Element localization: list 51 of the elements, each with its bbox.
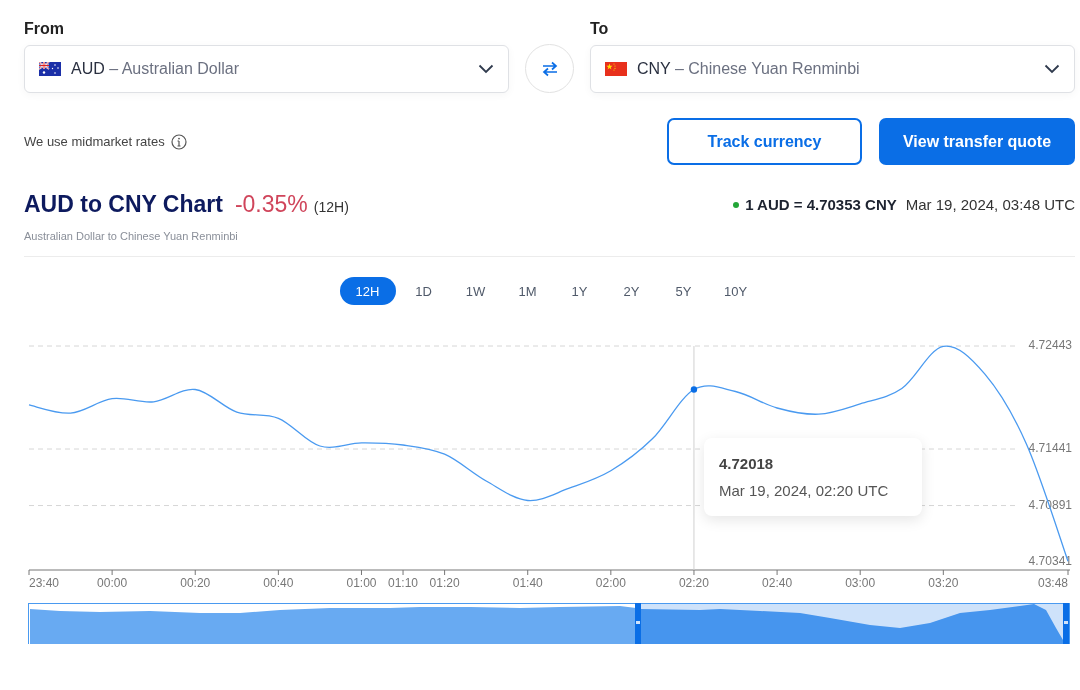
range-tab[interactable]: 12H xyxy=(339,277,396,305)
transfer-quote-button[interactable]: View transfer quote xyxy=(879,118,1075,165)
swap-arrows-icon xyxy=(540,60,559,77)
rate-timestamp: Mar 19, 2024, 03:48 UTC xyxy=(905,196,1075,213)
currency-select[interactable]: CNY – Chinese Yuan Renminbi xyxy=(590,45,1075,93)
period-label: (12H) xyxy=(313,199,349,215)
range-tab[interactable]: 1M xyxy=(503,277,552,305)
x-axis-label: 01:40 xyxy=(512,576,543,590)
midmarket-note: We use midmarket rates xyxy=(24,134,165,149)
info-icon[interactable] xyxy=(170,133,187,150)
australia-flag-icon xyxy=(39,62,61,76)
range-tab[interactable]: 5Y xyxy=(659,277,708,305)
x-axis-label: 23:40 xyxy=(29,576,60,590)
range-tab[interactable]: 2Y xyxy=(607,277,656,305)
currency-select[interactable]: AUD – Australian Dollar xyxy=(24,45,509,93)
chevron-down-icon xyxy=(1044,64,1060,74)
chart-subtitle: Australian Dollar to Chinese Yuan Renminbi xyxy=(24,230,239,242)
range-handle[interactable] xyxy=(1063,603,1069,644)
range-tab[interactable]: 1W xyxy=(451,277,500,305)
x-axis-label: 02:20 xyxy=(678,576,709,590)
x-axis-label: 02:40 xyxy=(762,576,793,590)
track-currency-button[interactable]: Track currency xyxy=(667,118,862,165)
range-handle[interactable] xyxy=(635,603,641,644)
x-axis-label: 02:00 xyxy=(595,576,626,590)
china-flag-icon xyxy=(605,62,627,76)
x-axis-label: 03:20 xyxy=(928,576,959,590)
y-axis-label: 4.71441 xyxy=(1028,441,1072,455)
x-axis-label: 03:00 xyxy=(845,576,876,590)
x-axis-label: 01:10 xyxy=(388,576,419,590)
x-axis-label: 01:20 xyxy=(429,576,460,590)
tooltip-date: Mar 19, 2024, 02:20 UTC xyxy=(718,482,890,499)
x-axis-label: 00:40 xyxy=(263,576,294,590)
range-tab[interactable]: 1D xyxy=(399,277,448,305)
range-tab[interactable]: 1Y xyxy=(555,277,604,305)
percent-change: -0.35% xyxy=(234,191,308,218)
tooltip-value: 4.72018 xyxy=(718,455,775,472)
x-axis-label: 03:48 xyxy=(1037,576,1068,590)
y-axis-label: 4.70341 xyxy=(1028,554,1072,569)
to-label: To xyxy=(590,20,610,38)
exchange-rate: 1 AUD = 4.70353 CNY xyxy=(745,196,897,213)
hover-point xyxy=(690,386,698,393)
status-dot-icon xyxy=(733,201,740,208)
chevron-down-icon xyxy=(478,64,494,74)
chart-title: AUD to CNY Chart xyxy=(24,191,223,218)
y-axis-label: 4.72443 xyxy=(1028,338,1072,352)
swap-button[interactable] xyxy=(525,44,574,93)
x-axis-label: 00:20 xyxy=(180,576,211,590)
range-tab[interactable]: 10Y xyxy=(711,277,760,305)
x-axis-label: 00:00 xyxy=(97,576,128,590)
from-label: From xyxy=(24,20,65,38)
x-axis-label: 01:00 xyxy=(346,576,377,590)
